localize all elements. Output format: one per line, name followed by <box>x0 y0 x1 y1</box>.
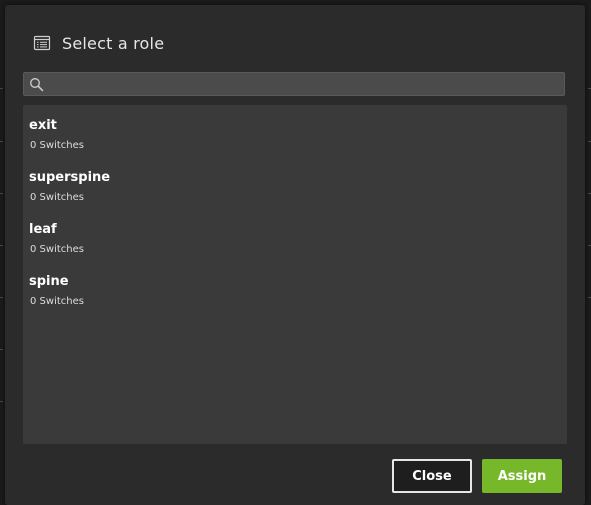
role-item-superspine[interactable]: superspine 0 Switches <box>23 157 567 203</box>
background-divider <box>0 297 3 298</box>
role-item-exit[interactable]: exit 0 Switches <box>23 105 567 151</box>
background-divider <box>0 401 3 402</box>
background-divider <box>0 88 3 89</box>
search-icon <box>29 77 44 92</box>
search-field[interactable] <box>23 72 565 96</box>
role-name: exit <box>29 118 57 133</box>
select-role-dialog: Select a role exit 0 Switches superspine… <box>5 5 585 505</box>
dialog-header: Select a role <box>33 31 164 55</box>
dialog-title: Select a role <box>62 33 165 53</box>
role-switch-count: 0 Switches <box>30 140 84 151</box>
role-name: leaf <box>29 222 57 237</box>
assign-button[interactable]: Assign <box>482 459 562 493</box>
role-item-spine[interactable]: spine 0 Switches <box>23 261 567 307</box>
background-divider <box>0 141 3 142</box>
search-input[interactable] <box>48 74 562 96</box>
list-icon <box>33 34 51 52</box>
role-item-leaf[interactable]: leaf 0 Switches <box>23 209 567 255</box>
role-switch-count: 0 Switches <box>30 192 84 203</box>
background-divider <box>0 193 3 194</box>
role-name: spine <box>29 274 69 289</box>
close-button[interactable]: Close <box>392 459 472 493</box>
role-list: exit 0 Switches superspine 0 Switches le… <box>23 105 567 444</box>
role-switch-count: 0 Switches <box>30 244 84 255</box>
role-name: superspine <box>29 170 111 185</box>
background-divider <box>0 349 3 350</box>
role-switch-count: 0 Switches <box>30 296 84 307</box>
background-divider <box>0 245 3 246</box>
